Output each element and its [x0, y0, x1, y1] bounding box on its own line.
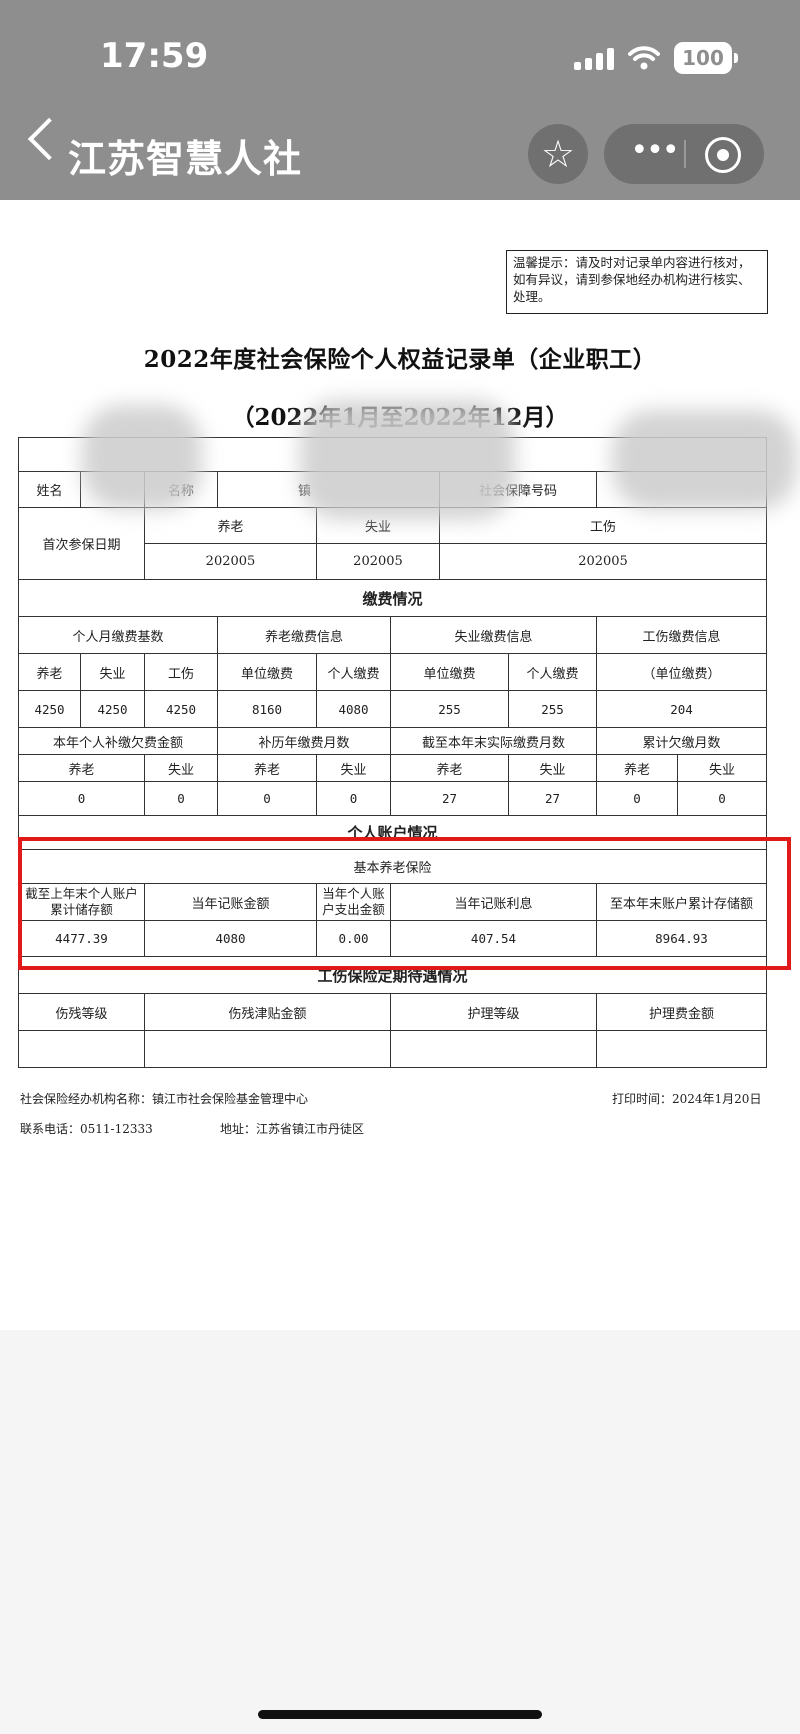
makeup-header: 补历年缴费月数 [217, 727, 391, 755]
first-date-unemployment: 202005 [316, 543, 440, 580]
home-indicator [258, 1710, 542, 1719]
disability-grade-header: 伤残等级 [18, 993, 145, 1031]
base-unemployment-header: 失业 [80, 653, 145, 691]
unemployment-info-header: 失业缴费信息 [390, 616, 597, 654]
agency-name: 社会保险经办机构名称：镇江市社会保险基金管理中心 [20, 1092, 309, 1106]
wifi-icon [628, 46, 660, 70]
star-button[interactable]: ☆ [528, 124, 588, 184]
base-pension-header: 养老 [18, 653, 81, 691]
table-row: 0 0 0 0 27 27 0 0 [18, 781, 768, 816]
makeup-pension-value: 0 [217, 781, 317, 816]
injury-unit-pay-value: 204 [595, 690, 768, 728]
status-time: 17:59 [100, 36, 209, 76]
top-bar: 17:59 100 江苏智慧人社 ☆ ••• [0, 0, 800, 200]
base-pension-value: 4250 [18, 690, 81, 728]
unemployment-unit-pay-header: 单位缴费 [390, 653, 509, 691]
nursing-grade-header: 护理等级 [390, 993, 597, 1031]
star-icon: ☆ [540, 132, 576, 176]
more-dots-icon[interactable]: ••• [630, 124, 679, 184]
pension-personal-pay-header: 个人缴费 [316, 653, 391, 691]
table-row: 本年个人补缴欠费金额 补历年缴费月数 截至本年末实际缴费月数 累计欠缴月数 [18, 727, 768, 755]
supp-header: 本年个人补缴欠费金额 [18, 727, 218, 755]
actual-months-header: 截至本年末实际缴费月数 [390, 727, 597, 755]
contact-phone: 联系电话：0511-12333 [20, 1122, 153, 1136]
supp-pension-header: 养老 [18, 754, 145, 782]
table-row: 养老 失业 工伤 单位缴费 个人缴费 单位缴费 个人缴费 （单位缴费） [18, 653, 768, 691]
actual-unemployment-value: 27 [508, 781, 597, 816]
makeup-pension-header: 养老 [217, 754, 317, 782]
arrears-unemployment-value: 0 [676, 781, 768, 816]
table-row: 个人月缴费基数 养老缴费信息 失业缴费信息 工伤缴费信息 [18, 616, 768, 654]
injury-unit-pay-header: （单位缴费） [595, 653, 768, 691]
first-date-injury: 202005 [438, 543, 768, 580]
table-row: 4250 4250 4250 8160 4080 255 255 204 [18, 690, 768, 728]
unemployment-unit-pay-value: 255 [390, 690, 509, 728]
arrears-unemployment-header: 失业 [676, 754, 768, 782]
nursing-fee-header: 护理费金额 [595, 993, 768, 1031]
base-header: 个人月缴费基数 [18, 616, 218, 654]
actual-pension-value: 27 [390, 781, 509, 816]
injury-info-header: 工伤缴费信息 [595, 616, 768, 654]
unemployment-personal-pay-header: 个人缴费 [508, 653, 597, 691]
base-injury-header: 工伤 [144, 653, 218, 691]
actual-pension-header: 养老 [390, 754, 509, 782]
mini-program-close-icon[interactable] [705, 137, 741, 173]
first-date-label: 首次参保日期 [18, 507, 145, 580]
supp-unemployment-value: 0 [144, 781, 218, 816]
mini-program-capsule: ••• [604, 124, 764, 184]
notice-box: 温馨提示：请及时对记录单内容进行核对，如有异议，请到参保地经办机构进行核实、处理… [506, 250, 768, 314]
disability-allowance-value [144, 1030, 391, 1068]
pension-info-header: 养老缴费信息 [217, 616, 391, 654]
pension-unit-pay-value: 8160 [217, 690, 317, 728]
first-date-pension-header: 养老 [144, 507, 317, 544]
address: 地址：江苏省镇江市丹徒区 [220, 1122, 365, 1136]
back-chevron-icon[interactable] [27, 117, 71, 161]
disability-allowance-header: 伤残津贴金额 [144, 993, 391, 1031]
document-title: 2022年度社会保险个人权益记录单（企业职工） [143, 346, 657, 373]
status-icons: 100 [574, 42, 738, 74]
actual-unemployment-header: 失业 [508, 754, 597, 782]
first-date-pension: 202005 [144, 543, 317, 580]
battery-icon: 100 [674, 42, 738, 74]
arrears-pension-header: 养老 [596, 754, 678, 782]
nursing-grade-value [390, 1030, 597, 1068]
pension-unit-pay-header: 单位缴费 [217, 653, 317, 691]
table-row: 伤残等级 伤残津贴金额 护理等级 护理费金额 [18, 993, 768, 1031]
pension-personal-pay-value: 4080 [316, 690, 391, 728]
nursing-fee-value [595, 1030, 768, 1068]
arrears-pension-value: 0 [596, 781, 678, 816]
disability-grade-value [18, 1030, 145, 1068]
privacy-blur [300, 400, 515, 520]
table-row: 养老 失业 养老 失业 养老 失业 养老 失业 [18, 754, 768, 782]
privacy-blur [82, 405, 202, 510]
table-row: 缴费情况 [17, 579, 768, 617]
page-title: 江苏智慧人社 [68, 137, 303, 181]
payment-section-title: 缴费情况 [17, 579, 768, 617]
makeup-unemployment-header: 失业 [316, 754, 391, 782]
highlight-box [18, 837, 791, 970]
privacy-blur [612, 410, 797, 510]
base-injury-value: 4250 [144, 690, 218, 728]
supp-pension-value: 0 [18, 781, 145, 816]
record-table: 姓名 名称 镇 社会保障号码 首次参保日期 养老 失业 工伤 202005 20… [17, 437, 768, 1068]
cellular-signal-icon [574, 46, 614, 70]
unemployment-personal-pay-value: 255 [508, 690, 597, 728]
name-label: 姓名 [18, 471, 81, 508]
capsule-divider [684, 140, 686, 168]
supp-unemployment-header: 失业 [144, 754, 218, 782]
makeup-unemployment-value: 0 [316, 781, 391, 816]
base-unemployment-value: 4250 [80, 690, 145, 728]
record-document: 温馨提示：请及时对记录单内容进行核对，如有异议，请到参保地经办机构进行核实、处理… [0, 200, 800, 1330]
table-row [18, 1030, 768, 1068]
arrears-header: 累计欠缴月数 [595, 727, 768, 755]
print-time: 打印时间：2024年1月20日 [612, 1092, 762, 1106]
